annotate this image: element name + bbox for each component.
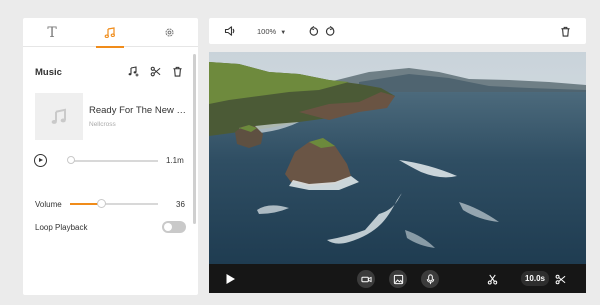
speaker-icon: [224, 26, 235, 36]
panel-scrollbar[interactable]: [193, 54, 196, 224]
preview-toolbar: 100% ▼: [209, 18, 586, 44]
scissors-icon: [555, 274, 565, 284]
panel-tabs: T: [23, 18, 198, 48]
text-icon: T: [47, 24, 57, 41]
track-artist: Nellcross: [89, 121, 116, 128]
delete-clip-button[interactable]: [558, 24, 572, 38]
player-controls: 10.0s: [209, 264, 586, 293]
play-button[interactable]: [221, 270, 239, 288]
split-clip-button[interactable]: [551, 270, 569, 288]
trim-button[interactable]: [483, 270, 501, 288]
delete-music-button[interactable]: [170, 64, 184, 78]
chevron-down-icon: ▼: [280, 30, 287, 36]
record-voice-button[interactable]: [421, 270, 439, 288]
music-note-icon: [104, 26, 115, 38]
video-camera-icon: [360, 276, 372, 282]
replace-music-button[interactable]: [126, 64, 140, 78]
volume-slider-track[interactable]: [70, 203, 158, 205]
play-icon: [226, 274, 235, 284]
zoom-dropdown[interactable]: 100% ▼: [257, 27, 286, 36]
coastal-landscape-image: [209, 52, 586, 264]
loop-playback-label: Loop Playback: [35, 223, 88, 232]
music-note-icon: [51, 108, 66, 124]
music-section-title: Music: [35, 67, 62, 78]
microphone-icon: [426, 273, 434, 284]
music-edit-icon: [128, 66, 139, 77]
redo-icon: [325, 25, 334, 36]
zoom-value: 100%: [257, 27, 277, 36]
trash-icon: [560, 26, 570, 37]
mute-button[interactable]: [223, 24, 237, 38]
redo-button[interactable]: [323, 24, 337, 38]
music-seek-handle[interactable]: [67, 156, 75, 164]
split-music-button[interactable]: [148, 64, 162, 78]
music-seek-track[interactable]: [70, 160, 158, 162]
add-image-button[interactable]: [389, 270, 407, 288]
volume-label: Volume: [35, 200, 62, 209]
scissors-icon: [150, 66, 160, 76]
tab-music[interactable]: [81, 18, 139, 48]
undo-icon: [309, 25, 318, 36]
video-preview[interactable]: [209, 52, 586, 264]
tab-settings[interactable]: [140, 18, 198, 47]
preview-play-button[interactable]: [34, 154, 47, 167]
track-duration: 1.1m: [166, 156, 184, 165]
volume-slider-handle[interactable]: [97, 199, 107, 208]
clip-duration: 10.0s: [521, 271, 549, 286]
loop-playback-toggle[interactable]: [162, 221, 186, 233]
scissors-down-icon: [487, 274, 497, 284]
undo-button[interactable]: [306, 24, 320, 38]
track-thumbnail: [35, 93, 83, 140]
tab-text[interactable]: T: [23, 18, 81, 47]
image-icon: [393, 274, 403, 284]
volume-value: 36: [176, 200, 185, 209]
gear-icon: [164, 28, 174, 37]
trash-icon: [172, 66, 182, 77]
track-title: Ready For The New Day: [89, 105, 189, 116]
music-panel: T Music Ready For The New Day Nellcross …: [23, 18, 198, 295]
add-video-button[interactable]: [357, 270, 375, 288]
